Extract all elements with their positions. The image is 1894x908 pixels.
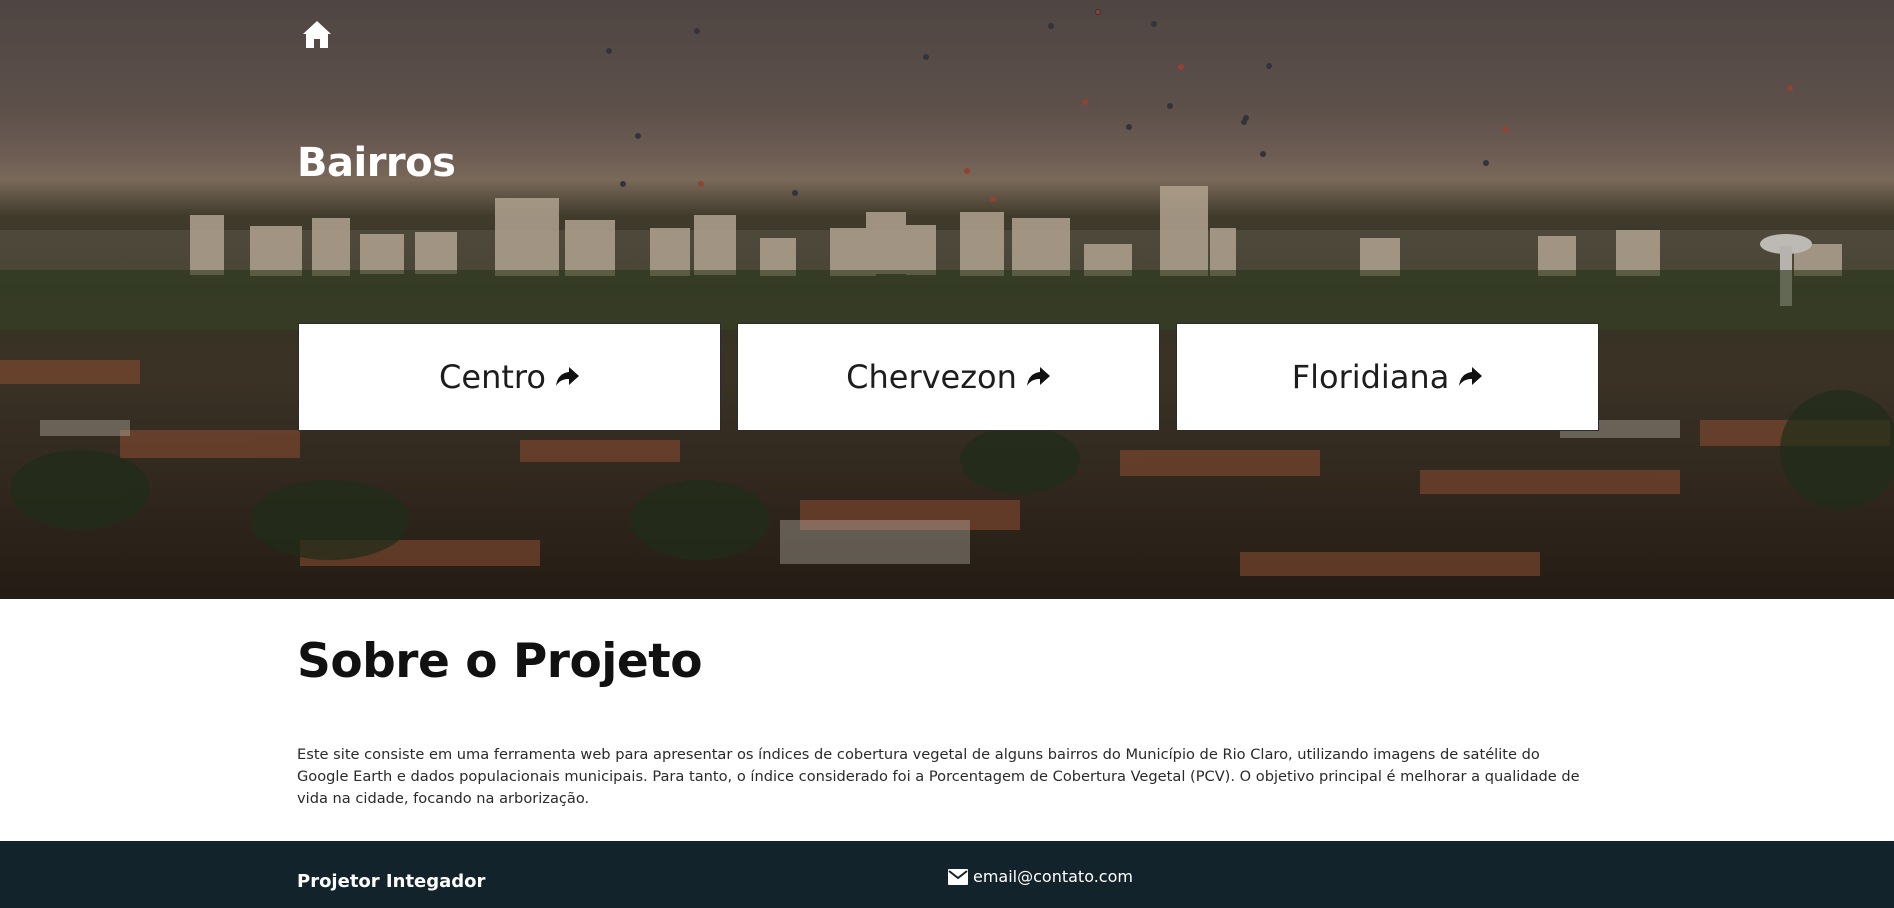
footer-email[interactable]: email@contato.com <box>947 867 1133 886</box>
footer: Projetor Integador email@contato.com <box>0 841 1894 908</box>
hero-overlay <box>0 0 1894 599</box>
card-floridiana[interactable]: Floridiana <box>1176 323 1599 431</box>
page-title: Bairros <box>297 140 456 186</box>
share-arrow-icon <box>1026 367 1050 386</box>
about-text: Este site consiste em uma ferramenta web… <box>297 746 1580 807</box>
card-chervezon[interactable]: Chervezon <box>737 323 1160 431</box>
about-title: Sobre o Projeto <box>297 634 703 689</box>
home-link[interactable] <box>301 18 333 50</box>
footer-title: Projetor Integador <box>297 871 486 892</box>
card-label: Centro <box>439 358 546 396</box>
share-arrow-icon <box>1459 367 1483 386</box>
share-arrow-icon <box>555 367 579 386</box>
hero-section: Bairros Centro Chervezon Floridiana <box>0 0 1894 599</box>
mail-icon <box>948 868 968 885</box>
card-centro[interactable]: Centro <box>298 323 721 431</box>
neighborhood-cards: Centro Chervezon Floridiana <box>298 323 1599 431</box>
card-label: Floridiana <box>1291 358 1450 396</box>
home-icon <box>303 21 331 48</box>
card-label: Chervezon <box>846 358 1017 396</box>
email-text: email@contato.com <box>973 867 1133 886</box>
